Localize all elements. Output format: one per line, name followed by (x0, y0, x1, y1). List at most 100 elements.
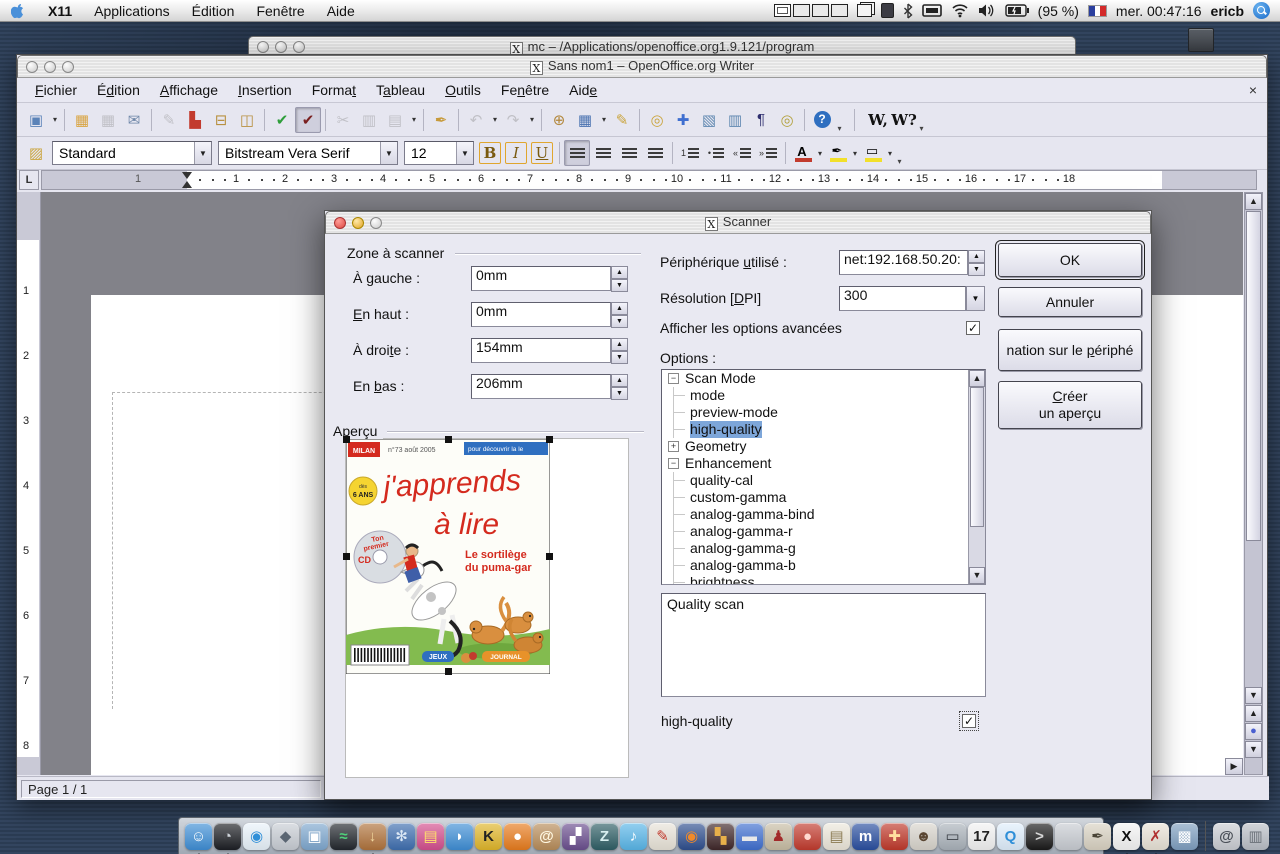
cut-button[interactable]: ✂ (330, 107, 356, 133)
writer-menu-fichier[interactable]: Fichier (25, 80, 87, 100)
activity-monitor-icon[interactable]: ≈ (330, 823, 357, 850)
font-color-button[interactable]: A (790, 140, 814, 166)
selection-handle[interactable] (343, 436, 350, 443)
tree-item-custom-gamma[interactable]: custom-gamma (662, 489, 985, 506)
colorsync-icon[interactable]: ▤ (417, 823, 444, 850)
top-field[interactable]: 0mm (471, 302, 611, 327)
display-icon[interactable] (922, 3, 942, 19)
ical-icon[interactable]: 17 (968, 823, 995, 850)
paragraph-style-combo[interactable]: Standard▼ (52, 141, 212, 165)
tree-scrollbar-thumb[interactable] (970, 387, 984, 527)
menubar-clock[interactable]: mer. 00:47:16 (1116, 3, 1202, 19)
tree-item-quality-cal[interactable]: quality-cal (662, 472, 985, 489)
find-replace-button[interactable]: ◎ (644, 107, 670, 133)
writer-titlebar[interactable]: XSans nom1 – OpenOffice.org Writer (17, 55, 1267, 78)
cancel-button[interactable]: Annuler (998, 287, 1142, 317)
classic-app-icon[interactable] (881, 3, 894, 18)
dropdown-arrow-icon[interactable]: ▾ (527, 115, 537, 124)
font-name-combo-dropdown-icon[interactable]: ▼ (380, 142, 397, 164)
indent-marker[interactable] (182, 172, 193, 188)
scroll-down-icon[interactable]: ▼ (1245, 687, 1262, 704)
preview-icon[interactable]: ▣ (301, 823, 328, 850)
tree-item-geometry[interactable]: +Geometry (662, 438, 985, 455)
menu-edition[interactable]: Édition (181, 3, 246, 19)
page-preview-button[interactable]: ◫ (234, 107, 260, 133)
ok-button[interactable]: OK (998, 243, 1142, 277)
itunes-icon[interactable]: ♪ (620, 823, 647, 850)
writer-menu-affichage[interactable]: Affichage (150, 80, 228, 100)
toolbar-overflow-icon[interactable]: ▾ (895, 157, 904, 169)
navigation-dot-icon[interactable]: ● (1245, 723, 1262, 740)
mail-stamp-icon[interactable]: @ (1213, 823, 1240, 850)
menu-x11[interactable]: X11 (37, 3, 83, 19)
macromedia-icon[interactable]: m (852, 823, 879, 850)
notes-icon[interactable]: ▤ (823, 823, 850, 850)
blender-icon[interactable]: ● (504, 823, 531, 850)
scrollbar-thumb[interactable] (1246, 211, 1261, 541)
selection-handle[interactable] (343, 553, 350, 560)
tab-type-selector[interactable]: L (19, 170, 39, 190)
scanner-titlebar[interactable]: XScanner (325, 211, 1151, 234)
paragraph-style-combo-dropdown-icon[interactable]: ▼ (194, 142, 211, 164)
high-quality-checkbox[interactable]: ✓ (962, 714, 976, 728)
format-paintbrush-button[interactable]: ✒ (428, 107, 454, 133)
xcode-icon[interactable]: ◆ (272, 823, 299, 850)
italic-button[interactable]: I (505, 142, 527, 164)
writer-menu-insertion[interactable]: Insertion (228, 80, 302, 100)
selection-handle[interactable] (445, 436, 452, 443)
workspace-pager[interactable] (774, 4, 848, 17)
next-page-icon[interactable]: ▼ (1245, 741, 1262, 758)
tree-item-high-quality[interactable]: high-quality (662, 421, 985, 438)
writer-menu-format[interactable]: Format (302, 80, 366, 100)
device-spinner[interactable]: ▲▼ (968, 250, 985, 275)
safari-icon[interactable]: ◉ (243, 823, 270, 850)
top-field-spinner[interactable]: ▲▼ (611, 302, 628, 327)
toolbox-icon[interactable]: ✚ (881, 823, 908, 850)
tree-item-analog-gamma-r[interactable]: analog-gamma-r (662, 523, 985, 540)
horizontal-ruler[interactable]: 1123456789101112131415161718 (41, 170, 1257, 190)
hyperlink-button[interactable]: ⊕ (546, 107, 572, 133)
toolbar-overflow-icon[interactable]: ▾ (917, 124, 926, 136)
tree-item-brightness[interactable]: brightness (662, 574, 985, 585)
options-tree[interactable]: −Scan Modemodepreview-modehigh-quality+G… (661, 369, 986, 585)
scanner-app-icon[interactable]: ▭ (939, 823, 966, 850)
scanner-window-controls[interactable] (326, 217, 390, 229)
dropdown-arrow-icon[interactable]: ▾ (815, 149, 825, 158)
dropdown-arrow-icon[interactable]: ▾ (850, 149, 860, 158)
macro-w1-button[interactable]: W, (865, 107, 891, 133)
dropdown-arrow-icon[interactable]: ▾ (599, 115, 609, 124)
scan-preview-area[interactable]: MILAN n°73 août 2005 pour découvrir la l… (345, 438, 629, 778)
expand-icon[interactable]: + (668, 441, 679, 452)
gallery-button[interactable]: ▧ (696, 107, 722, 133)
font-size-combo[interactable]: 12▼ (404, 141, 474, 165)
right-field-spinner[interactable]: ▲▼ (611, 338, 628, 363)
trash-icon[interactable]: ▥ (1242, 823, 1269, 850)
mc-window-controls[interactable] (249, 41, 313, 53)
selection-handle[interactable] (546, 553, 553, 560)
ink-pen-icon[interactable]: ✒ (1084, 823, 1111, 850)
spotlight-icon[interactable] (1253, 2, 1270, 19)
keyboard-layout-flag-icon[interactable] (1088, 5, 1107, 17)
writer-window-controls[interactable] (18, 61, 82, 73)
underline-button[interactable]: U (531, 142, 553, 164)
x11-icon[interactable]: X (1113, 823, 1140, 850)
scanned-magazine-image[interactable]: MILAN n°73 août 2005 pour découvrir la l… (346, 439, 550, 674)
scroll-up-icon[interactable]: ▲ (1245, 193, 1262, 210)
justify-button[interactable] (642, 140, 668, 166)
dropdown-arrow-icon[interactable]: ▾ (50, 115, 60, 124)
gimp-icon[interactable]: ☻ (910, 823, 937, 850)
menu-fenetre[interactable]: Fenêtre (245, 3, 315, 19)
quicktime-icon[interactable]: Q (997, 823, 1024, 850)
decrease-indent-button[interactable]: « (729, 140, 755, 166)
ichat-icon[interactable]: ◗ (446, 823, 473, 850)
collapse-icon[interactable]: − (668, 458, 679, 469)
navigator-button[interactable]: ✚ (670, 107, 696, 133)
create-preview-button[interactable]: Créerun aperçu (998, 381, 1142, 429)
address-book-icon[interactable]: @ (533, 823, 560, 850)
dashboard-clock-icon[interactable]: ◔ (214, 823, 241, 850)
collapse-icon[interactable]: − (668, 373, 679, 384)
photoshop-icon[interactable]: ▚ (707, 823, 734, 850)
video-app-icon[interactable]: ▞ (562, 823, 589, 850)
vertical-ruler[interactable]: 12345678 (17, 192, 41, 775)
nonprinting-characters-button[interactable]: ¶ (748, 107, 774, 133)
